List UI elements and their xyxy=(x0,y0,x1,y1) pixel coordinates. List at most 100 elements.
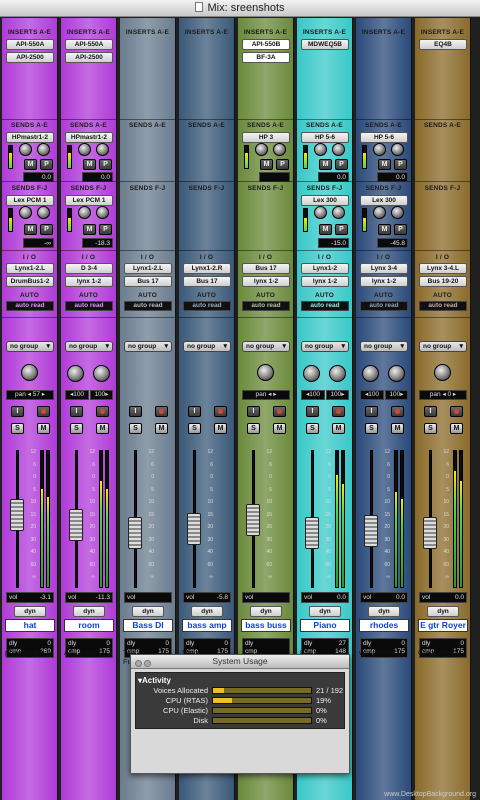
record-enable-button[interactable] xyxy=(155,406,168,417)
solo-button[interactable]: S xyxy=(306,423,319,434)
dyn-button[interactable]: dyn xyxy=(309,606,341,617)
input-monitor-button[interactable]: I xyxy=(188,406,201,417)
automation-mode[interactable]: auto read xyxy=(124,301,172,311)
insert-slot-1[interactable]: EQ4B xyxy=(419,39,467,50)
volume-fader[interactable] xyxy=(69,509,83,541)
pan-left-knob[interactable] xyxy=(67,365,84,382)
record-enable-button[interactable] xyxy=(450,406,463,417)
send-a-level-knob[interactable] xyxy=(78,143,91,156)
insert-slot-1[interactable] xyxy=(360,39,408,50)
mute-button[interactable]: M xyxy=(155,423,168,434)
solo-button[interactable]: S xyxy=(129,423,142,434)
group-selector[interactable]: no group xyxy=(124,341,172,352)
send-f-level-knob[interactable] xyxy=(373,206,386,219)
send-a-pre-button[interactable]: P xyxy=(335,159,348,170)
automation-mode[interactable]: auto read xyxy=(6,301,54,311)
send-a-mute-button[interactable]: M xyxy=(83,159,96,170)
send-a-mute-button[interactable]: M xyxy=(378,159,391,170)
send-a-mute-button[interactable]: M xyxy=(260,159,273,170)
send-a-pan-knob[interactable] xyxy=(37,143,50,156)
send-f-pre-button[interactable]: P xyxy=(99,224,112,235)
send-a-slot[interactable]: HP 5-6 xyxy=(360,132,408,143)
send-f-level-knob[interactable] xyxy=(19,206,32,219)
solo-button[interactable]: S xyxy=(365,423,378,434)
mute-button[interactable]: M xyxy=(273,423,286,434)
mute-button[interactable]: M xyxy=(450,423,463,434)
send-a-mute-button[interactable]: M xyxy=(319,159,332,170)
group-selector[interactable]: no group xyxy=(301,341,349,352)
send-f-mute-button[interactable]: M xyxy=(378,224,391,235)
dyn-button[interactable]: dyn xyxy=(191,606,223,617)
group-selector[interactable]: no group xyxy=(419,341,467,352)
send-a-slot[interactable]: HP 3 xyxy=(242,132,290,143)
input-monitor-button[interactable]: I xyxy=(129,406,142,417)
insert-slot-1[interactable] xyxy=(124,39,172,50)
track-name[interactable]: hat xyxy=(5,619,55,632)
output-selector[interactable]: lynx 1-2 xyxy=(360,276,408,287)
send-f-slot[interactable]: Lex PCM 1 xyxy=(6,195,54,206)
insert-slot-2[interactable] xyxy=(183,52,231,63)
mute-button[interactable]: M xyxy=(96,423,109,434)
output-selector[interactable]: lynx 1-2 xyxy=(301,276,349,287)
insert-slot-2[interactable] xyxy=(360,52,408,63)
send-f-level-knob[interactable] xyxy=(78,206,91,219)
track-name[interactable]: E gtr Royer xyxy=(418,619,468,632)
input-monitor-button[interactable]: I xyxy=(11,406,24,417)
send-a-level-knob[interactable] xyxy=(373,143,386,156)
mute-button[interactable]: M xyxy=(214,423,227,434)
send-f-mute-button[interactable]: M xyxy=(319,224,332,235)
insert-slot-2[interactable]: API-2500 xyxy=(6,52,54,63)
send-f-slot[interactable]: Lex PCM 1 xyxy=(65,195,113,206)
volume-fader[interactable] xyxy=(246,504,260,536)
dyn-button[interactable]: dyn xyxy=(14,606,46,617)
automation-mode[interactable]: auto read xyxy=(360,301,408,311)
output-selector[interactable]: lynx 1-2 xyxy=(242,276,290,287)
group-selector[interactable]: no group xyxy=(242,341,290,352)
output-selector[interactable]: lynx 1-2 xyxy=(65,276,113,287)
send-f-pre-button[interactable]: P xyxy=(40,224,53,235)
record-enable-button[interactable] xyxy=(214,406,227,417)
send-f-level-knob[interactable] xyxy=(314,206,327,219)
send-f-mute-button[interactable]: M xyxy=(83,224,96,235)
send-a-pre-button[interactable]: P xyxy=(394,159,407,170)
pan-right-knob[interactable] xyxy=(93,365,110,382)
input-selector[interactable]: Lynx1-2.R xyxy=(183,263,231,274)
group-selector[interactable]: no group xyxy=(360,341,408,352)
dyn-button[interactable]: dyn xyxy=(132,606,164,617)
input-monitor-button[interactable]: I xyxy=(306,406,319,417)
insert-slot-1[interactable]: MDWEQ5B xyxy=(301,39,349,50)
dyn-button[interactable]: dyn xyxy=(368,606,400,617)
volume-fader[interactable] xyxy=(305,517,319,549)
insert-slot-2[interactable] xyxy=(419,52,467,63)
record-enable-button[interactable] xyxy=(96,406,109,417)
insert-slot-2[interactable]: API-2500 xyxy=(65,52,113,63)
track-name[interactable]: rhodes xyxy=(359,619,409,632)
output-selector[interactable]: Bus 19-20 xyxy=(419,276,467,287)
automation-mode[interactable]: auto read xyxy=(242,301,290,311)
mute-button[interactable]: M xyxy=(391,423,404,434)
group-selector[interactable]: no group xyxy=(6,341,54,352)
volume-fader[interactable] xyxy=(423,517,437,549)
input-monitor-button[interactable]: I xyxy=(70,406,83,417)
send-a-level-knob[interactable] xyxy=(19,143,32,156)
record-enable-button[interactable] xyxy=(391,406,404,417)
volume-fader[interactable] xyxy=(187,513,201,545)
input-selector[interactable]: Lynx1-2.L xyxy=(124,263,172,274)
pan-right-knob[interactable] xyxy=(388,365,405,382)
insert-slot-1[interactable] xyxy=(183,39,231,50)
output-selector[interactable]: Bus 17 xyxy=(124,276,172,287)
volume-fader[interactable] xyxy=(10,499,24,531)
input-selector[interactable]: D 3-4 xyxy=(65,263,113,274)
send-a-level-knob[interactable] xyxy=(255,143,268,156)
automation-mode[interactable]: auto read xyxy=(419,301,467,311)
send-a-pan-knob[interactable] xyxy=(391,143,404,156)
send-a-slot[interactable]: HPmastr1-2 xyxy=(6,132,54,143)
send-f-mute-button[interactable]: M xyxy=(24,224,37,235)
dyn-button[interactable]: dyn xyxy=(427,606,459,617)
dyn-button[interactable]: dyn xyxy=(73,606,105,617)
send-a-pre-button[interactable]: P xyxy=(276,159,289,170)
solo-button[interactable]: S xyxy=(11,423,24,434)
record-enable-button[interactable] xyxy=(332,406,345,417)
send-f-slot[interactable]: Lex 300 xyxy=(301,195,349,206)
insert-slot-1[interactable]: API-550A xyxy=(65,39,113,50)
